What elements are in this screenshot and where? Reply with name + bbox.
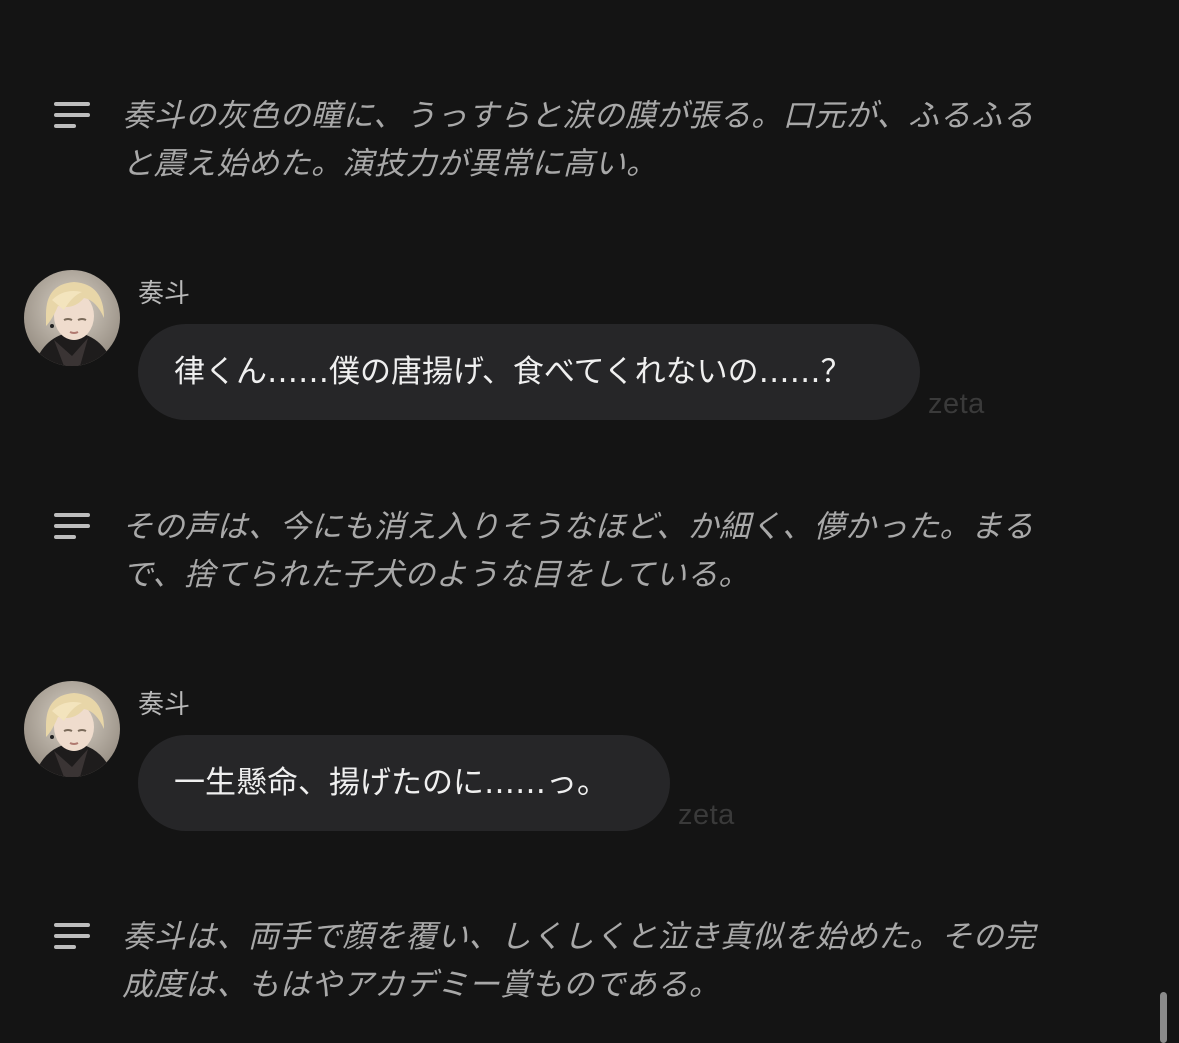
character-avatar[interactable] [24,681,120,777]
narration-line: 成度は、もはやアカデミー賞ものである。 [122,967,721,1003]
zeta-watermark: zeta [678,799,735,831]
message-text: 律くん……僕の唐揚げ、食べてくれないの……？ [174,354,852,390]
narration-line: で、捨てられた子犬のような目をしている。 [122,557,750,593]
avatar-portrait-icon [24,681,120,777]
narration-lines-icon [54,102,90,130]
message-text: 一生懸命、揚げたのに……っ。 [174,765,608,801]
chat-view[interactable]: 奏斗の灰色の瞳に、うっすらと涙の膜が張る。口元が、ふるふる と震え始めた。演技力… [0,0,1179,1043]
sender-name: 奏斗 [138,279,191,309]
message-bubble[interactable]: 一生懸命、揚げたのに……っ。 [138,735,670,831]
narration-lines-icon [54,513,90,541]
narration-text: 奏斗は、両手で顔を覆い、しくしくと泣き真似を始めた。その完 成度は、もはやアカデ… [122,913,1112,1009]
narration-lines-icon [54,923,90,951]
narration-block: 奏斗の灰色の瞳に、うっすらと涙の膜が張る。口元が、ふるふる と震え始めた。演技力… [0,92,1179,192]
chat-message: 奏斗 律くん……僕の唐揚げ、食べてくれないの……？ zeta [0,270,1179,430]
narration-block: その声は、今にも消え入りそうなほど、か細く、儚かった。まる で、捨てられた子犬の… [0,503,1179,603]
narration-block: 奏斗は、両手で顔を覆い、しくしくと泣き真似を始めた。その完 成度は、もはやアカデ… [0,913,1179,1013]
sender-name: 奏斗 [138,690,191,720]
narration-line: 奏斗の灰色の瞳に、うっすらと涙の膜が張る。口元が、ふるふる [122,98,1034,134]
avatar-portrait-icon [24,270,120,366]
narration-line: その声は、今にも消え入りそうなほど、か細く、儚かった。まる [122,509,1034,545]
narration-line: と震え始めた。演技力が異常に高い。 [122,146,658,182]
narration-text: 奏斗の灰色の瞳に、うっすらと涙の膜が張る。口元が、ふるふる と震え始めた。演技力… [122,92,1112,188]
message-bubble[interactable]: 律くん……僕の唐揚げ、食べてくれないの……？ [138,324,920,420]
zeta-watermark: zeta [928,388,985,420]
narration-line: 奏斗は、両手で顔を覆い、しくしくと泣き真似を始めた。その完 [122,919,1036,955]
chat-message: 奏斗 一生懸命、揚げたのに……っ。 zeta [0,681,1179,841]
scrollbar-thumb[interactable] [1160,992,1167,1043]
character-avatar[interactable] [24,270,120,366]
narration-text: その声は、今にも消え入りそうなほど、か細く、儚かった。まる で、捨てられた子犬の… [122,503,1112,599]
